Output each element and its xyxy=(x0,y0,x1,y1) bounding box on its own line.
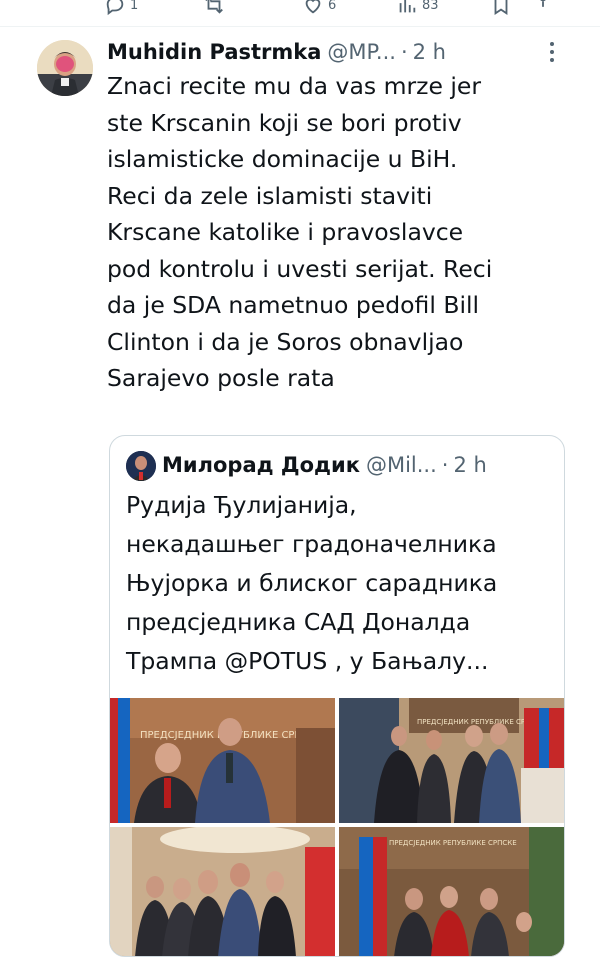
repost-button[interactable] xyxy=(203,0,225,16)
quoted-separator-dot: · xyxy=(442,453,449,477)
tweet-header: Muhidin Pastrmka @MP... · 2 h xyxy=(107,36,567,68)
quoted-photo-2[interactable]: ПРЕДСЈЕДНИК РЕПУБЛИКЕ СРПСКЕ xyxy=(339,698,564,823)
author-name[interactable]: Muhidin Pastrmka xyxy=(107,40,321,64)
quoted-tweet-text: Рудија Ђулијанија, некадашњег градоначел… xyxy=(126,486,556,681)
reply-icon xyxy=(104,0,126,16)
reply-count: 1 xyxy=(130,0,138,13)
photo-4-wall-text: ПРЕДСЈЕДНИК РЕПУБЛИКЕ СРПСКЕ xyxy=(389,839,517,847)
reply-button[interactable]: 1 xyxy=(104,0,138,16)
share-button[interactable] xyxy=(532,0,554,16)
like-count: 6 xyxy=(328,0,336,13)
views-button[interactable]: 83 xyxy=(396,0,439,16)
tweet-text: Znaci recite mu da vas mrze jer ste Krsc… xyxy=(107,68,577,397)
quoted-author-handle[interactable]: @Mil... xyxy=(366,453,437,477)
quoted-author-name[interactable]: Милорад Додик xyxy=(162,453,360,477)
more-options-icon[interactable] xyxy=(549,42,555,64)
quoted-tweet-time[interactable]: 2 h xyxy=(453,453,486,477)
quoted-tweet-header: Милорад Додик @Mil... · 2 h xyxy=(162,448,562,482)
views-count: 83 xyxy=(422,0,439,13)
repost-icon xyxy=(203,0,225,16)
previous-tweet-actions: 1 6 83 xyxy=(0,0,600,27)
like-button[interactable]: 6 xyxy=(302,0,336,16)
views-icon xyxy=(396,0,418,16)
quoted-photo-4[interactable]: ПРЕДСЈЕДНИК РЕПУБЛИКЕ СРПСКЕ xyxy=(339,827,564,957)
quoted-photo-3[interactable] xyxy=(110,827,335,957)
bookmark-icon xyxy=(490,0,512,16)
share-icon xyxy=(532,0,554,16)
heart-icon xyxy=(302,0,324,16)
separator-dot: · xyxy=(401,40,408,64)
author-handle[interactable]: @MP... xyxy=(327,40,396,64)
bookmark-button[interactable] xyxy=(490,0,512,16)
quoted-author-avatar[interactable] xyxy=(126,451,156,481)
author-avatar[interactable] xyxy=(37,40,93,96)
quoted-tweet[interactable]: Милорад Додик @Mil... · 2 h Рудија Ђулиј… xyxy=(109,435,565,957)
quoted-photo-1[interactable]: ПРЕДСЈЕДНИК РЕПУБЛИКЕ СРПСКЕ xyxy=(110,698,335,823)
tweet-time[interactable]: 2 h xyxy=(413,40,446,64)
